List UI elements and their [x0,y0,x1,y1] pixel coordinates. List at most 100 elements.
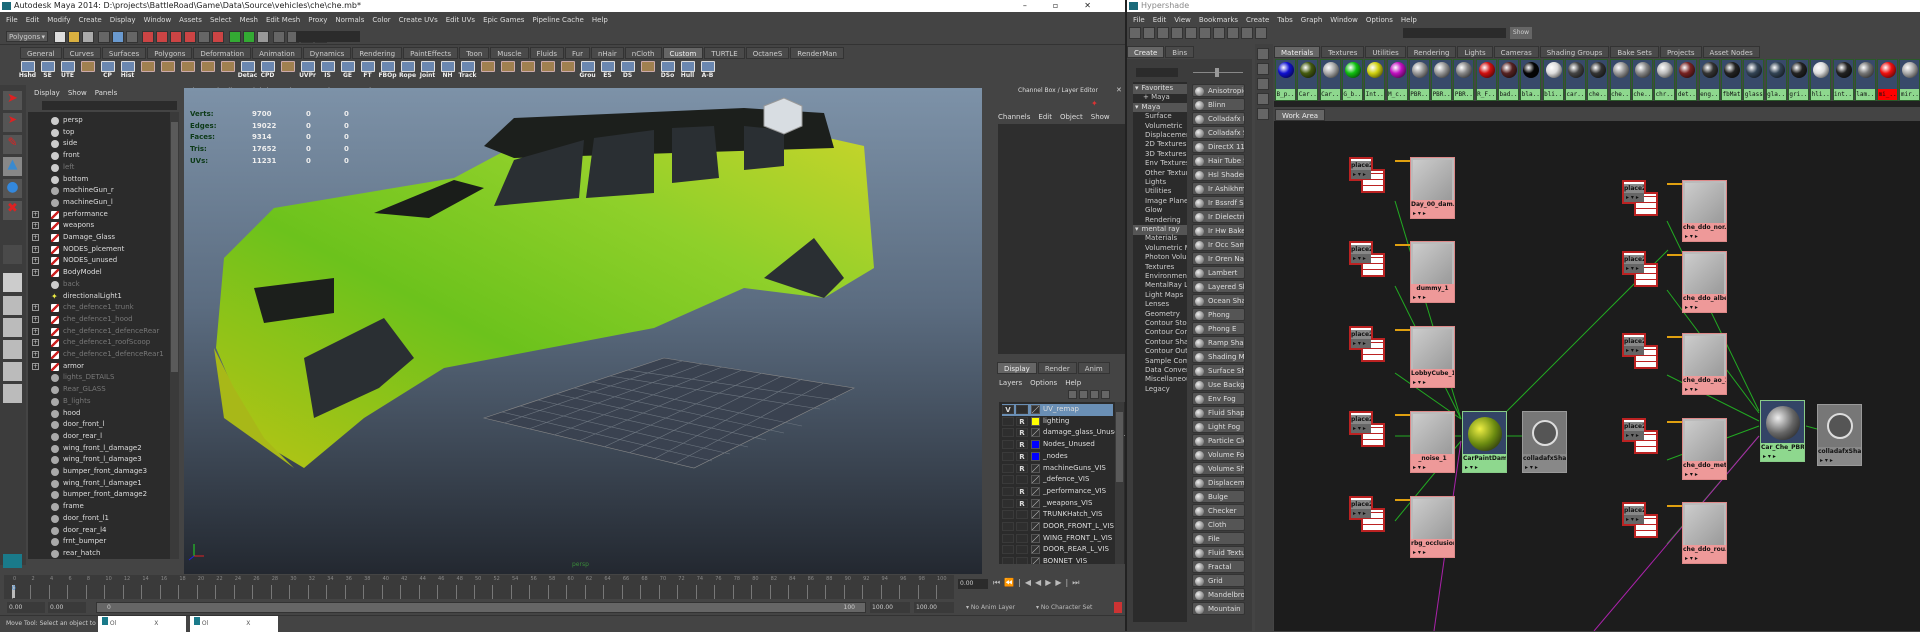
create-node-button[interactable]: Ir Hw Bake [1192,224,1245,237]
channel-menu-object[interactable]: Object [1060,113,1083,121]
shelf-button-es[interactable]: ES [598,61,617,81]
anim-start-field[interactable]: 0.00 [48,602,86,613]
play-back-icon[interactable]: ◀ [1035,578,1045,587]
layer-menu-options[interactable]: Options [1030,379,1057,387]
layer-visibility-toggle[interactable] [1002,545,1014,555]
material-swatch[interactable]: gri.. [1787,59,1809,101]
texture-node[interactable]: che_ddo_nor...▸ ▾ ▸ [1682,180,1727,242]
new-layer-selected-icon[interactable] [1079,390,1088,399]
graph-output-icon[interactable] [1199,27,1211,39]
expand-icon[interactable]: + [32,210,39,218]
material-swatch[interactable]: R_F.. [1475,59,1497,101]
outliner-item[interactable]: + performance [28,209,170,221]
outliner-item[interactable]: frame [28,501,170,513]
material-swatch[interactable]: PBR.. [1453,59,1475,101]
create-node-button[interactable]: File [1192,532,1245,545]
create-node-button[interactable]: Ramp Shad [1192,336,1245,349]
tab-cameras[interactable]: Cameras [1493,46,1539,58]
character-set-dropdown[interactable]: ▾ No Character Set [1036,602,1111,613]
create-tree-item[interactable]: Lights [1133,178,1166,188]
outliner-item[interactable]: + BodyModel [28,267,170,279]
shelf-button-uvpr[interactable]: UVPr [298,61,317,81]
place2d-node[interactable]: place2dTextu...▸ ▾ ▸ [1622,180,1658,216]
material-swatch[interactable]: Car.. [1297,59,1319,101]
place2d-node[interactable]: place2dTextu...▸ ▾ ▸ [1622,333,1658,369]
material-swatch[interactable]: che.. [1609,59,1631,101]
hypershade-layout-icon[interactable] [3,384,22,403]
select-hierarchy-icon[interactable] [98,31,111,43]
create-tree-item[interactable]: MentalRay Lig... [1133,281,1187,291]
node-ports[interactable]: ▸ ▾ ▸ [1624,431,1644,440]
place2d-node[interactable]: place2dTextu...▸ ▾ ▸ [1349,157,1385,193]
layer-color-swatch[interactable] [1031,486,1040,496]
layer-visibility-toggle[interactable] [1002,510,1014,520]
shading-group-node[interactable]: colladafxSha...▸ ▾ ▸ [1522,411,1567,473]
node-ports[interactable]: ▸ ▾ ▸ [1818,456,1861,465]
layer-reference-toggle[interactable]: R [1016,451,1028,461]
menu-select[interactable]: Select [210,16,232,24]
create-filter-field[interactable] [1136,68,1178,77]
shelf-button[interactable] [138,61,157,81]
menu-epic-games[interactable]: Epic Games [483,16,524,24]
layer-color-swatch[interactable] [1031,557,1040,564]
outliner-item[interactable]: Rear_GLASS [28,384,170,396]
menuset-dropdown[interactable]: Polygons ▾ [6,31,48,42]
layer-color-swatch[interactable] [1031,451,1040,461]
layer-visibility-toggle[interactable] [1002,440,1014,450]
io-icon[interactable] [228,31,241,43]
expand-icon[interactable]: + [32,234,39,241]
menu-create[interactable]: Create [78,16,101,24]
layer-visibility-toggle[interactable] [1002,463,1014,473]
step-forward-icon[interactable]: ▶| [1055,578,1072,587]
outliner-scrollbar[interactable] [170,112,179,559]
layer-row[interactable]: R _nodes [1002,451,1113,463]
four-view-layout-icon[interactable] [3,296,22,315]
shelf-tab-painteffects[interactable]: PaintEffects [403,47,459,59]
create-node-button[interactable]: Mandelbro [1192,588,1245,601]
preferences-icon[interactable] [1114,602,1122,613]
tab-projects[interactable]: Projects [1659,46,1702,58]
outliner-item[interactable]: machineGun_l [28,197,170,209]
collapse-icon[interactable]: ▾ [1135,103,1139,111]
menu-file[interactable]: File [6,16,18,24]
history-icon[interactable] [242,31,255,43]
place2d-node[interactable]: place2dTextu...▸ ▾ ▸ [1622,418,1658,454]
layer-row[interactable]: V UV_remap [1002,404,1113,416]
create-tree-item[interactable]: ▾ mental ray [1133,225,1187,235]
shelf-tab-deformation[interactable]: Deformation [193,47,252,59]
place2d-node[interactable]: place2dTextu...▸ ▾ ▸ [1349,496,1385,532]
create-node-button[interactable]: Checker [1192,504,1245,517]
hs-menu-graph[interactable]: Graph [1301,16,1322,24]
create-tree-item[interactable]: Geometry [1133,310,1180,320]
create-node-button[interactable]: Volume Sha [1192,462,1245,475]
layer-visibility-toggle[interactable] [1002,451,1014,461]
shelf-tab-turtle[interactable]: TURTLE [704,47,745,59]
node-ports[interactable]: ▸ ▾ ▸ [1351,254,1371,263]
play-forward-icon[interactable]: ▶ [1045,578,1055,587]
material-swatch[interactable]: PBR.. [1431,59,1453,101]
window-controls[interactable]: –▫✕ [1023,0,1117,12]
material-swatch[interactable]: eng.. [1698,59,1720,101]
shelf-button[interactable] [638,61,657,81]
shelf-button[interactable] [498,61,517,81]
create-tree-item[interactable]: Displacement [1133,131,1187,141]
node-ports[interactable]: ▸ ▾ ▸ [1624,346,1644,355]
create-tree-item[interactable]: Rendering [1133,216,1181,226]
material-swatch[interactable]: bla.. [1520,59,1542,101]
create-node-button[interactable]: Fractal [1192,560,1245,573]
channel-menu-edit[interactable]: Edit [1038,113,1052,121]
hs-menu-bookmarks[interactable]: Bookmarks [1199,16,1238,24]
hs-menu-file[interactable]: File [1133,16,1145,24]
view-cube[interactable] [763,97,803,135]
menu-create-uvs[interactable]: Create UVs [399,16,438,24]
texture-node[interactable]: LobbyCube_1 ▸ ▾ ▸ [1410,326,1455,388]
create-node-button[interactable]: Particle Clo [1192,434,1245,447]
taskbar-popup[interactable]: Ol X [190,616,278,632]
shelf-tab-nhair[interactable]: nHair [590,47,624,59]
rotate-tool-icon[interactable]: ● [3,179,22,198]
outliner-item[interactable]: back [28,279,170,291]
layer-visibility-toggle[interactable] [1002,498,1014,508]
shelf-button[interactable] [518,61,537,81]
outliner-item[interactable]: door_front_l [28,419,170,431]
create-tree-item[interactable]: Volumetric [1133,122,1182,132]
